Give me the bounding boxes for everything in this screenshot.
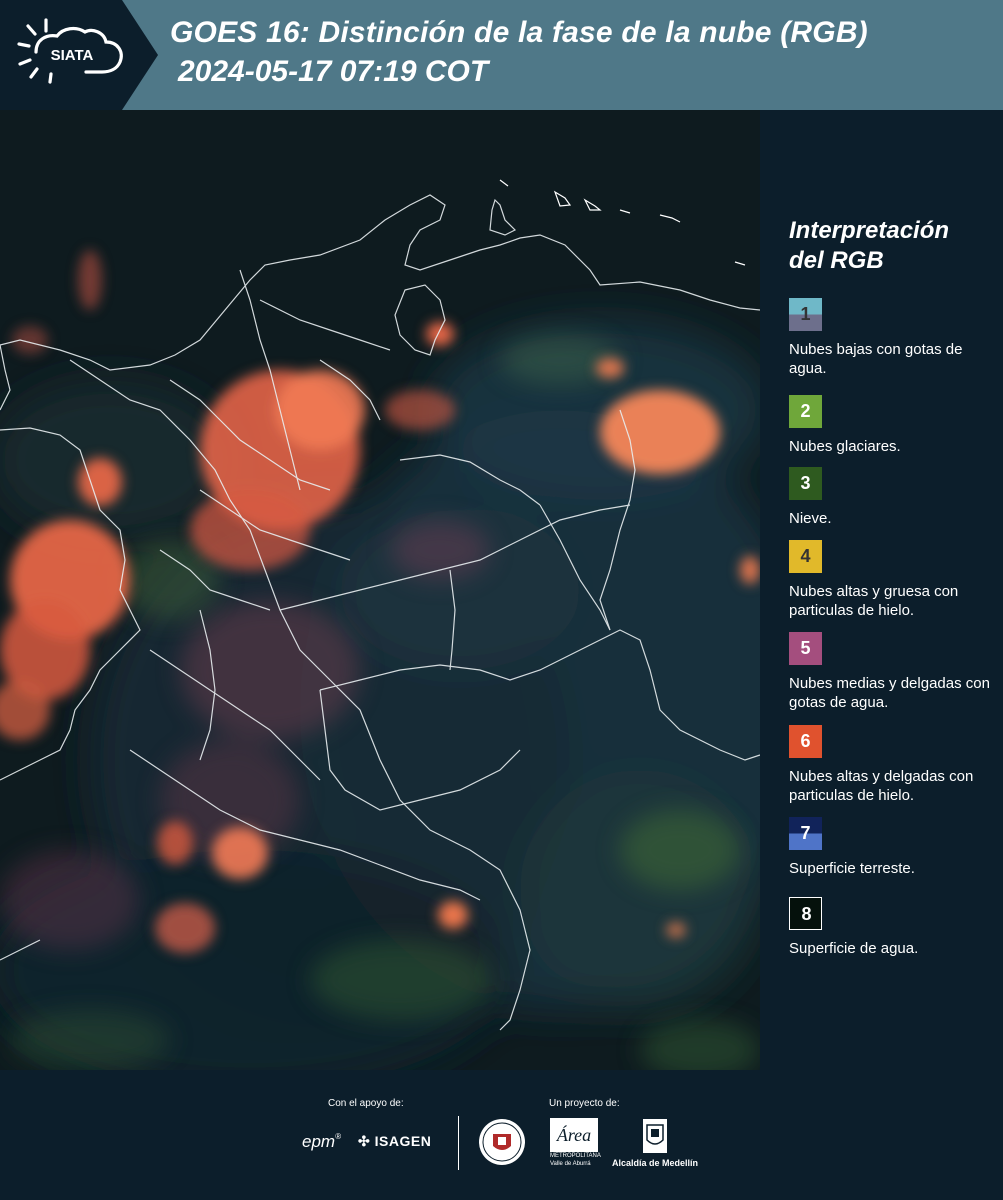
legend-item-4: 4 Nubes altas y gruesa con particulas de …	[789, 540, 999, 620]
legend-number: 6	[800, 731, 811, 751]
legend-number: 7	[800, 823, 811, 843]
legend-number: 4	[800, 546, 811, 566]
support-caption: Con el apoyo de:	[328, 1098, 404, 1109]
legend-item-7: 7 Superficie terreste.	[789, 817, 999, 878]
logo-text: SIATA	[51, 47, 94, 64]
legend-title: Interpretación del RGB	[789, 217, 950, 274]
isagen-star-icon: ✣	[358, 1133, 371, 1149]
legend-swatch: 8	[789, 897, 822, 930]
legend-swatch: 7	[789, 817, 822, 850]
metro-sub-text: Valle de Aburrá	[550, 1161, 591, 1167]
medellin-seal-icon[interactable]	[478, 1118, 526, 1166]
legend-number: 3	[800, 473, 811, 493]
legend-swatch: 4	[789, 540, 822, 573]
legend-number: 8	[801, 904, 812, 924]
siata-logo[interactable]: SIATA	[0, 0, 158, 110]
legend-swatch: 2	[789, 395, 822, 428]
legend-item-1: 1 Nubes bajas con gotas de agua.	[789, 298, 999, 378]
area-logo-mark: Área	[550, 1118, 598, 1152]
legend-number: 2	[800, 401, 811, 421]
metropolitana-text: METROPOLITANA	[550, 1153, 601, 1159]
legend-label: Nubes altas y gruesa con particulas de h…	[789, 583, 959, 619]
legend-swatch: 6	[789, 725, 822, 758]
legend-label: Nieve.	[789, 510, 832, 527]
legend-label: Nubes bajas con gotas de agua.	[789, 341, 963, 377]
header-bar: SIATA GOES 16: Distinción de la fase de …	[0, 0, 1003, 110]
alcaldia-emblem-icon	[642, 1118, 668, 1154]
legend-label: Superficie terreste.	[789, 860, 915, 877]
isagen-text: ISAGEN	[374, 1133, 432, 1149]
legend-swatch: 3	[789, 467, 822, 500]
legend-item-2: 2 Nubes glaciares.	[789, 395, 999, 456]
legend-item-6: 6 Nubes altas y delgadas con particulas d…	[789, 725, 999, 805]
legend-number: 5	[800, 638, 811, 658]
epm-logo[interactable]: epm®	[302, 1132, 341, 1152]
alcaldia-text: Alcaldía de Medellín	[612, 1158, 699, 1168]
legend-label: Nubes glaciares.	[789, 438, 901, 455]
legend-item-3: 3 Nieve.	[789, 467, 999, 528]
legend-swatch: 1	[789, 298, 822, 331]
project-caption: Un proyecto de:	[549, 1098, 620, 1109]
footer-divider	[458, 1116, 459, 1170]
legend-label: Nubes altas y delgadas con particulas de…	[789, 768, 974, 804]
isagen-logo[interactable]: ✣ ISAGEN	[358, 1133, 431, 1150]
legend-label: Nubes medias y delgadas con gotas de agu…	[789, 675, 990, 711]
area-metropolitana-logo[interactable]: Área METROPOLITANA Valle de Aburrá	[550, 1118, 601, 1170]
title-line-1: GOES 16: Distinción de la fase de la nub…	[170, 16, 868, 49]
alcaldia-logo[interactable]: Alcaldía de Medellín	[612, 1118, 704, 1174]
title-line-2: 2024-05-17 07:19 COT	[178, 55, 489, 88]
legend-label: Superficie de agua.	[789, 940, 919, 957]
legend-item-8: 8 Superficie de agua.	[789, 897, 999, 958]
legend-swatch: 5	[789, 632, 822, 665]
footer: Con el apoyo de: Un proyecto de: epm® ✣ …	[0, 1070, 1003, 1200]
satellite-map[interactable]	[0, 110, 760, 1070]
legend-panel: Interpretación del RGB 1 Nubes bajas con …	[760, 110, 1003, 1070]
epm-text: epm	[302, 1132, 336, 1151]
legend-number: 1	[800, 304, 811, 324]
legend-item-5: 5 Nubes medias y delgadas con gotas de ag…	[789, 632, 999, 712]
